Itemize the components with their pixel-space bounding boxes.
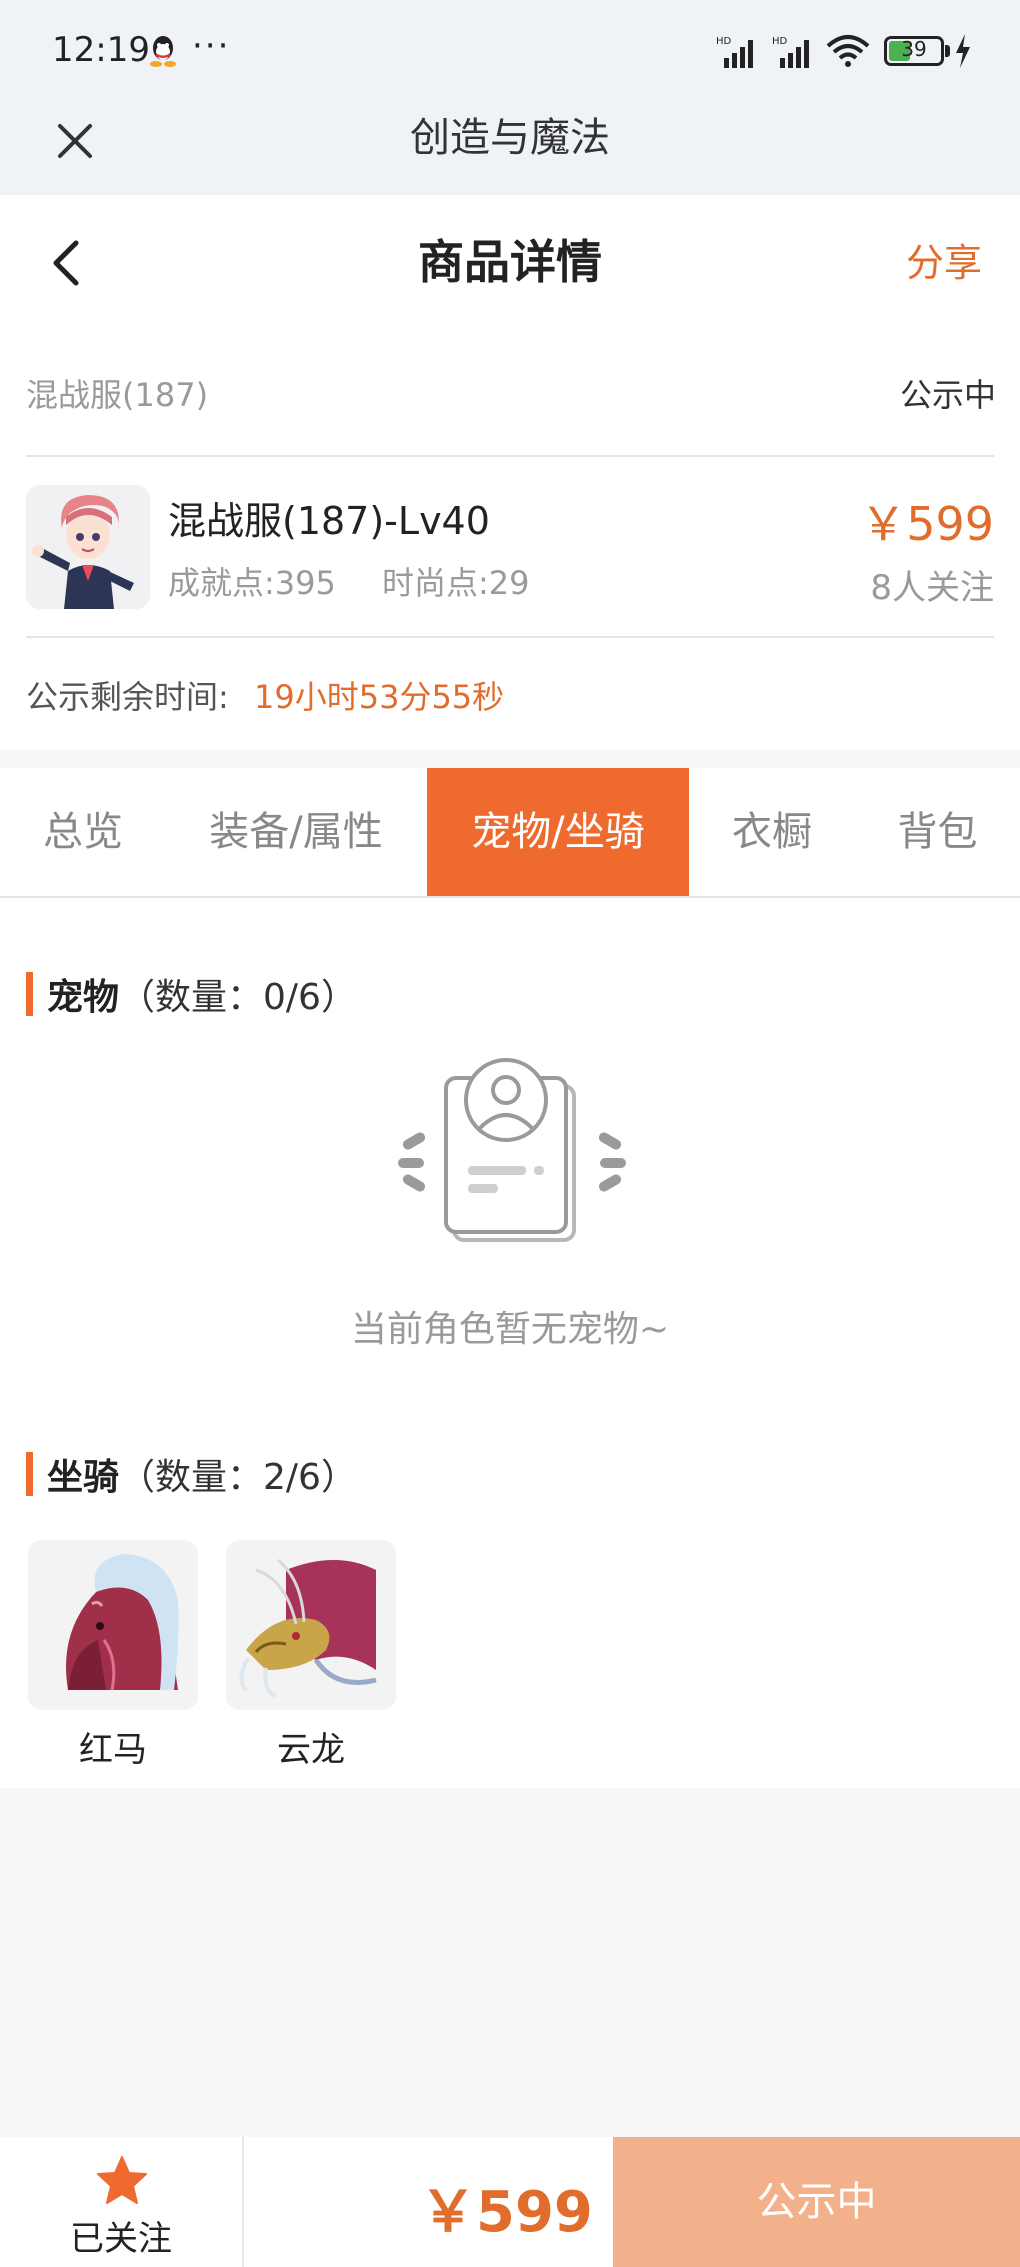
mount-image-cloud-dragon (226, 1540, 396, 1710)
divider (26, 455, 994, 457)
remaining-time-value: 19小时53分55秒 (254, 678, 505, 716)
battery-icon: 39 (884, 36, 944, 66)
signal-hd-icon: HD (772, 36, 809, 68)
pets-empty-message: 当前角色暂无宠物~ (350, 1309, 670, 1350)
pets-section-title: 宠物 （数量：0/6） (26, 970, 357, 1018)
item-price: ￥599 (860, 497, 994, 551)
star-icon (97, 2156, 147, 2204)
tab-bar: 总览 装备/属性 宠物/坐骑 衣橱 背包 (0, 768, 1020, 898)
app-bar: 创造与魔法 (0, 100, 1020, 195)
item-info-card: 混战服(187) 公示中 混战服(187)-Lv40 成就点:395 时尚点:2… (0, 330, 1020, 750)
tab-pets-mounts[interactable]: 宠物/坐骑 (427, 768, 689, 896)
status-time: 12:19 (52, 30, 150, 70)
tab-backpack[interactable]: 背包 (855, 768, 1020, 896)
divider (26, 636, 994, 638)
fashion-points: 时尚点:29 (382, 564, 530, 602)
section-accent-bar (26, 972, 33, 1016)
svg-text:HD: HD (716, 36, 732, 47)
page-header: 商品详情 分享 (0, 195, 1020, 330)
mounts-count: （数量：2/6） (119, 1457, 357, 1498)
status-label: 公示中 (899, 376, 996, 414)
pets-count: （数量：0/6） (119, 977, 357, 1018)
follow-label: 已关注 (70, 2219, 172, 2259)
more-notifications-icon: ··· (192, 26, 231, 66)
status-bar: 12:19 ··· HD HD 39 (0, 0, 1020, 100)
footer-price: ￥599 (420, 2180, 593, 2245)
mount-item[interactable]: 红马 (28, 1540, 198, 1771)
item-name: 混战服(187)-Lv40 (168, 499, 490, 543)
svg-text:HD: HD (772, 36, 788, 47)
tab-overview[interactable]: 总览 (0, 768, 166, 896)
follower-count: 8人关注 (870, 568, 994, 608)
mount-image-red-horse (28, 1540, 198, 1710)
wifi-icon (826, 35, 870, 67)
achievement-points: 成就点:395 (168, 564, 336, 602)
mounts-section-title: 坐骑 （数量：2/6） (26, 1450, 357, 1498)
mount-name: 红马 (79, 1730, 147, 1770)
share-button[interactable]: 分享 (906, 235, 982, 291)
charging-icon (956, 34, 970, 68)
mount-name: 云龙 (277, 1730, 345, 1770)
character-avatar[interactable] (26, 485, 150, 609)
page-title: 商品详情 (418, 235, 602, 289)
status-action-button[interactable]: 公示中 (613, 2137, 1020, 2267)
mounts-title: 坐骑 (47, 1457, 120, 1498)
follow-button[interactable]: 已关注 (0, 2137, 244, 2267)
tab-wardrobe[interactable]: 衣橱 (689, 768, 855, 896)
signal-hd-icon: HD (716, 36, 753, 68)
app-title: 创造与魔法 (410, 115, 610, 161)
pets-title: 宠物 (47, 977, 120, 1018)
empty-profile-icon (398, 1058, 626, 1242)
remaining-time-label: 公示剩余时间: (26, 678, 229, 716)
qq-icon (150, 36, 176, 67)
server-name: 混战服(187) (26, 376, 209, 414)
battery-nub (945, 45, 950, 57)
tab-equipment[interactable]: 装备/属性 (166, 768, 426, 896)
section-accent-bar (26, 1452, 33, 1496)
bottom-action-bar: 已关注 ￥599 公示中 (0, 2137, 1020, 2267)
mount-item[interactable]: 云龙 (226, 1540, 396, 1771)
tab-content: 宠物 （数量：0/6） 当前角色暂无宠物~ 坐骑 （数量：2/6） 红马 云龙 (0, 898, 1020, 1788)
battery-level: 39 (901, 37, 927, 61)
